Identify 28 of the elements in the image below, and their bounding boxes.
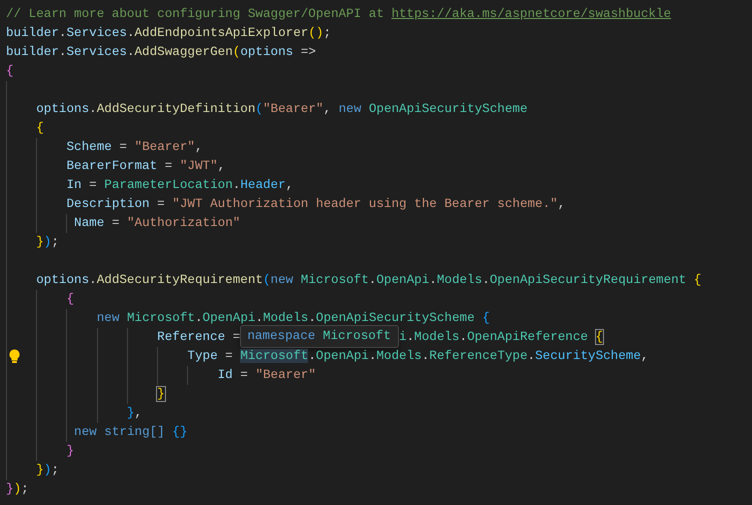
code-text: Scheme = "Bearer", [66,140,203,154]
code-text: { [6,64,14,78]
code-text: }); [6,482,29,496]
code-text: builder.Services.AddSwaggerGen(options => [6,45,316,59]
code-text: { [36,121,44,135]
code-text: // Learn more about configuring Swagger/OpenAPI at [6,7,384,21]
code-text: Id = "Bearer" [218,368,316,382]
code-text: }); [36,463,59,477]
code-text: Reference = [157,330,240,344]
link[interactable]: https://aka.ms/aspnetcore/swashbuckle [391,7,672,21]
hover-tooltip: namespace Microsoft [240,325,400,348]
code-text: Name = "Authorization" [74,216,240,230]
code-text: }, [126,406,142,420]
code-text: Description = "JWT Authorization header using the Bearer scheme.", [66,197,566,211]
lightbulb-icon[interactable] [9,349,20,364]
code-text: } [157,387,165,401]
code-text: } [66,444,74,458]
code-text: Type = Microsoft.OpenApi.Models.ReferenceType.SecurityScheme, [187,349,648,363]
code-text: new Microsoft.OpenApi.Models.OpenApiSecurityScheme { [96,311,490,325]
code-text: options.AddSecurityDefinition("Bearer", new OpenApiSecurityScheme [36,102,528,116]
code-text: In = ParameterLocation.Header, [66,178,294,192]
code-text: }); [36,235,59,249]
code-text: builder.Services.AddEndpointsApiExplorer(); [6,26,332,40]
code-text: { [66,292,74,306]
code-text: i.Models.OpenApiReference { [399,330,604,344]
code-text: new string[] {} [74,425,188,439]
code-text: options.AddSecurityRequirement(new Microsoft.OpenApi.Models.OpenApiSecurityRequirement { [36,273,702,287]
code-text: BearerFormat = "JWT", [66,159,226,173]
